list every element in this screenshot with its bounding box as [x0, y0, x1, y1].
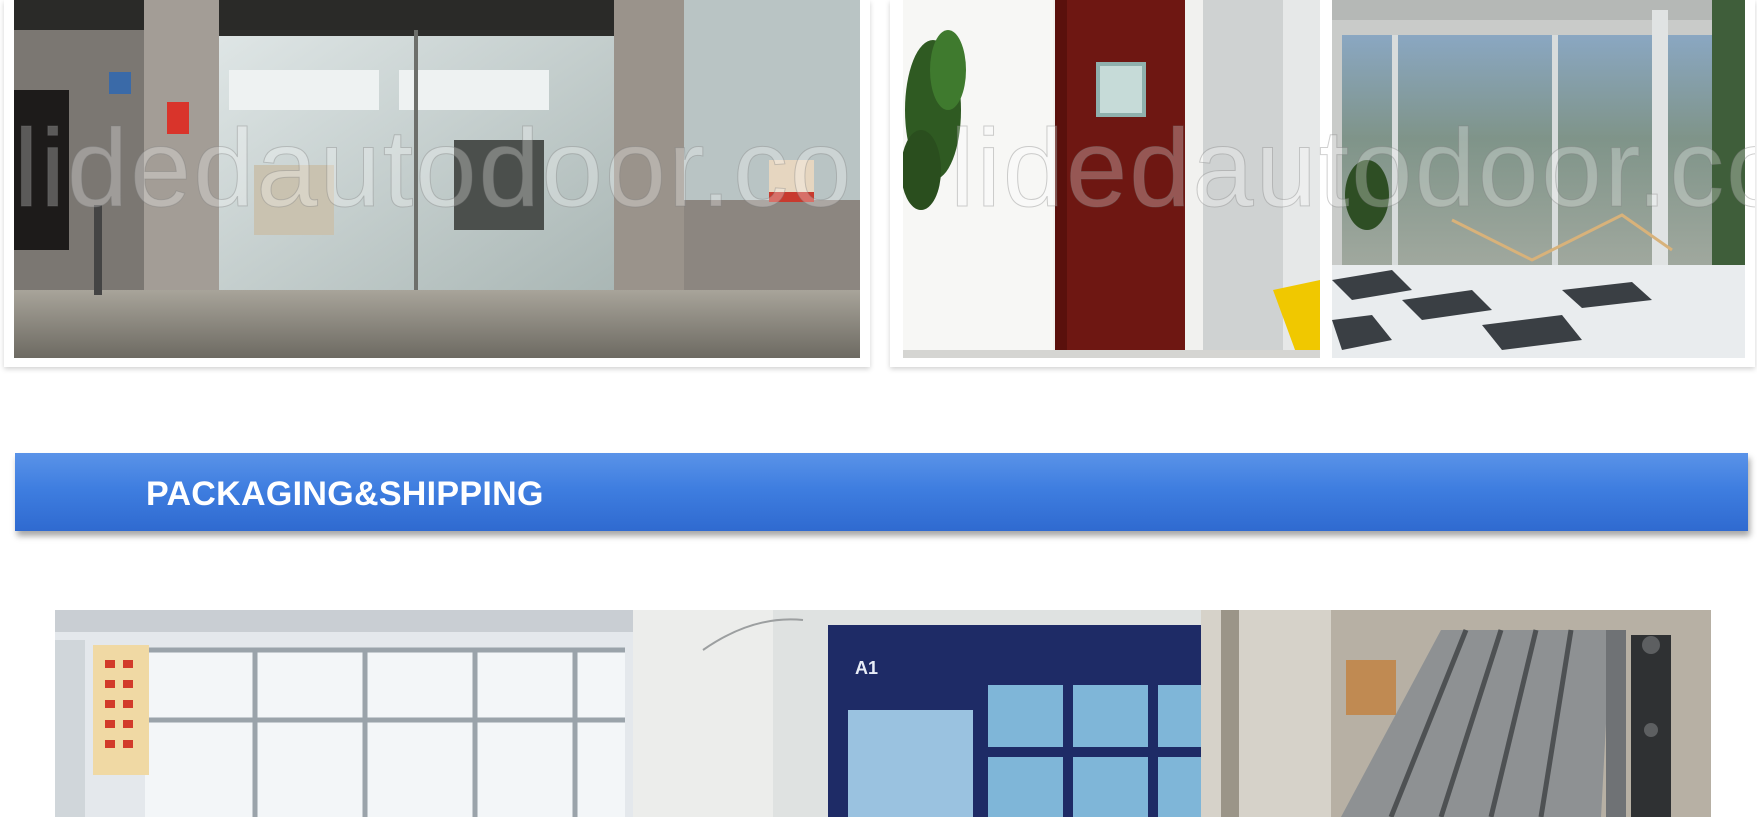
board-label: A1	[855, 658, 879, 678]
red-door-photo	[903, 0, 1320, 358]
notice-board-photo: A1	[633, 610, 1201, 817]
aluminium-profiles-photo	[1201, 610, 1711, 817]
packaging-photo-strip: A1	[55, 610, 1711, 817]
photo-card-entrance: lidedautodoor.com	[890, 0, 1755, 367]
lobby-glass-door-photo: lidedautodoor.com	[14, 0, 860, 358]
section-header-banner: PACKAGING&SHIPPING	[15, 453, 1748, 531]
section-title: PACKAGING&SHIPPING	[146, 475, 544, 513]
photo-card-lobby: lidedautodoor.com	[4, 0, 870, 367]
warehouse-windows-photo	[55, 610, 633, 817]
glass-entrance-photo	[1332, 0, 1745, 358]
